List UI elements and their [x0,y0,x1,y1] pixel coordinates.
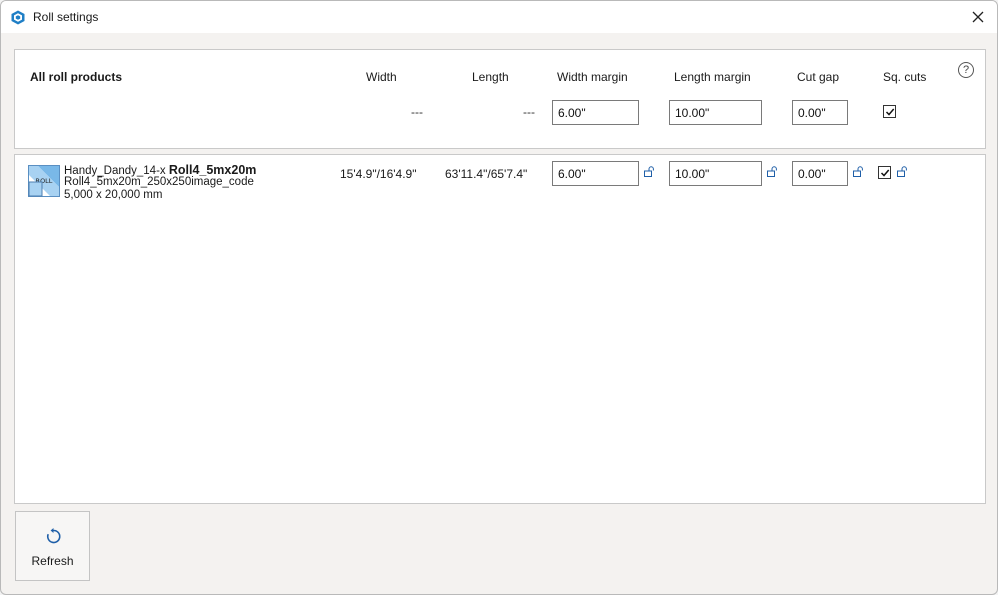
all-roll-products-title: All roll products [30,70,123,84]
roll-cut-gap-input[interactable]: 0.00" [792,161,848,186]
col-header-width-margin: Width margin [557,70,628,84]
roll-code: Roll4_5mx20m_250x250image_code [64,176,254,188]
roll-name: Handy_Dandy_14-x Roll4_5mx20m [64,163,257,177]
unlock-icon[interactable] [853,166,864,177]
unlock-icon[interactable] [644,166,655,177]
all-roll-products-panel: All roll products Width Length Width mar… [14,49,986,149]
window-title: Roll settings [33,10,99,24]
all-width-margin-input[interactable]: 6.00" [552,100,639,125]
refresh-label: Refresh [31,554,74,568]
roll-settings-window: Roll settings All roll products Width Le… [0,0,998,595]
roll-list-panel: ROLL Handy_Dandy_14-x Roll4_5mx20m Roll4… [14,154,986,504]
roll-size: 5,000 x 20,000 mm [64,189,163,201]
col-header-sq-cuts: Sq. cuts [883,70,927,84]
col-header-length: Length [472,70,509,84]
app-logo-icon [11,10,25,25]
roll-width-value: 15'4.9"/16'4.9" [340,167,417,181]
roll-length-value: 63'11.4"/65'7.4" [445,167,528,181]
roll-sq-cuts-checkbox[interactable] [878,166,891,179]
col-header-length-margin: Length margin [674,70,751,84]
refresh-icon [46,528,61,544]
all-length-margin-input[interactable]: 10.00" [669,100,762,125]
col-header-width: Width [366,70,397,84]
all-length-value: --- [523,105,535,119]
unlock-icon[interactable] [897,166,908,177]
checkmark-icon [880,169,889,177]
all-width-value: --- [411,105,423,119]
roll-name-bold: Roll4_5mx20m [168,163,257,177]
title-bar: Roll settings [1,1,997,33]
roll-thumbnail: ROLL [28,165,60,197]
close-button[interactable] [963,3,993,31]
help-icon[interactable]: ? [958,62,974,78]
all-cut-gap-input[interactable]: 0.00" [792,100,848,125]
roll-width-margin-input[interactable]: 6.00" [552,161,639,186]
close-icon [972,11,984,23]
unlock-icon[interactable] [767,166,778,177]
all-sq-cuts-checkbox[interactable] [883,105,896,118]
roll-length-margin-input[interactable]: 10.00" [669,161,762,186]
refresh-button[interactable]: Refresh [15,511,90,581]
checkmark-icon [885,108,894,116]
col-header-cut-gap: Cut gap [797,70,840,84]
